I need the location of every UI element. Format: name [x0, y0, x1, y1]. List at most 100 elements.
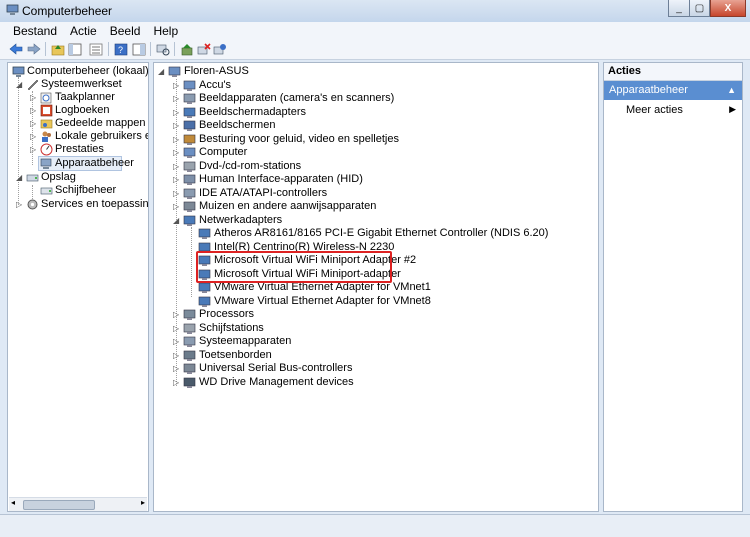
uninstall-device-button[interactable] [196, 41, 212, 57]
expand-arrow-icon[interactable]: ▷ [173, 149, 180, 157]
tree-item-prestaties[interactable]: ▷ Prestaties [8, 143, 148, 156]
submenu-arrow-icon[interactable]: ▶ [729, 104, 736, 115]
computer-management-icon [6, 4, 19, 15]
expand-arrow-icon[interactable]: ▷ [173, 365, 180, 373]
maximize-button[interactable]: ▢ [689, 0, 710, 17]
network-adapter-row[interactable]: Atheros AR8161/8165 PCI-E Gigabit Ethern… [154, 227, 594, 240]
expand-arrow-icon[interactable]: ▷ [173, 176, 180, 184]
device-category-row[interactable]: ▷ Dvd-/cd-rom-stations [154, 160, 594, 173]
device-category-row[interactable]: ▷ Beeldschermadapters [154, 106, 594, 119]
expand-arrow-icon[interactable]: ▷ [173, 122, 180, 130]
device-category-row[interactable]: ▷ Schijfstations [154, 322, 594, 335]
device-category-row[interactable]: ▷ Human Interface-apparaten (HID) [154, 173, 594, 186]
device-category-row[interactable]: ▷ Accu's [154, 79, 594, 92]
scroll-right-icon[interactable]: ▸ [141, 498, 145, 507]
expand-arrow-icon[interactable]: ▷ [30, 94, 37, 102]
device-category-row[interactable]: ▷ Besturing voor geluid, video en spellet… [154, 133, 594, 146]
back-button[interactable] [8, 41, 24, 57]
close-button[interactable]: X [710, 0, 746, 17]
device-category-row[interactable]: ▷ Computer [154, 146, 594, 159]
enable-device-button[interactable] [212, 41, 228, 57]
device-category-icon [183, 377, 196, 388]
collapse-arrow-icon[interactable]: ◢ [158, 68, 165, 76]
menu-bestand[interactable]: Bestand [7, 24, 64, 38]
list-icon [89, 43, 103, 55]
tree-item-gedeelde-mappen[interactable]: ▷ Gedeelde mappen [8, 117, 148, 130]
tree-item-apparaatbeheer[interactable]: Apparaatbeheer [38, 156, 134, 171]
expand-arrow-icon[interactable]: ▷ [173, 95, 180, 103]
title-bar: Computerbeheer _ ▢ X [0, 0, 750, 23]
device-category-row[interactable]: ▷ Beeldapparaten (camera's en scanners) [154, 92, 594, 105]
device-category-row[interactable]: ◢ Netwerkadapters [154, 214, 594, 227]
collapse-up-icon[interactable]: ▲ [727, 81, 736, 100]
expand-arrow-icon[interactable]: ▷ [173, 311, 180, 319]
collapse-arrow-icon[interactable]: ◢ [16, 81, 23, 89]
tree-item-services[interactable]: ▷ Services en toepassingen [8, 198, 148, 211]
collapse-arrow-icon[interactable]: ◢ [173, 217, 180, 225]
performance-icon [40, 143, 53, 156]
device-tree-pane[interactable]: ◢ Floren-ASUS ▷ Accu's ▷ Beeldapparaten (came… [153, 62, 599, 512]
menu-help[interactable]: Help [147, 24, 185, 38]
show-hide-tree-button[interactable] [67, 41, 83, 57]
device-category-icon [183, 188, 196, 199]
expand-arrow-icon[interactable]: ▷ [173, 379, 180, 387]
expand-arrow-icon[interactable]: ▷ [16, 201, 23, 209]
expand-arrow-icon[interactable]: ▷ [173, 352, 180, 360]
device-category-row[interactable]: ▷ Beeldschermen [154, 119, 594, 132]
device-category-row[interactable]: ▷ Toetsenborden [154, 349, 594, 362]
expand-arrow-icon[interactable]: ▷ [30, 146, 37, 154]
menu-beeld[interactable]: Beeld [104, 24, 148, 38]
expand-arrow-icon[interactable]: ▷ [173, 136, 180, 144]
expand-arrow-icon[interactable]: ▷ [173, 203, 180, 211]
actions-section-apparaatbeheer[interactable]: Apparaatbeheer ▲ [604, 81, 742, 100]
device-category-icon [183, 323, 196, 334]
device-category-row[interactable]: ▷ Universal Serial Bus-controllers [154, 362, 594, 375]
tree-item-schijfbeheer[interactable]: Schijfbeheer [8, 184, 148, 197]
tree-item-logboeken[interactable]: ▷ Logboeken [8, 104, 148, 117]
expand-arrow-icon[interactable]: ▷ [173, 163, 180, 171]
forward-button[interactable] [26, 41, 42, 57]
expand-arrow-icon[interactable]: ▷ [173, 109, 180, 117]
show-action-pane-button[interactable] [131, 41, 147, 57]
device-category-icon [183, 215, 196, 226]
device-category-icon [183, 120, 196, 131]
collapse-arrow-icon[interactable]: ◢ [16, 174, 23, 182]
device-category-row[interactable]: ▷ IDE ATA/ATAPI-controllers [154, 187, 594, 200]
device-root[interactable]: ◢ Floren-ASUS [154, 65, 594, 78]
scan-hardware-icon [156, 44, 170, 55]
device-category-row[interactable]: ▷ Muizen en andere aanwijsapparaten [154, 200, 594, 213]
computer-icon [168, 66, 181, 77]
up-folder-button[interactable] [50, 41, 66, 57]
expand-arrow-icon[interactable]: ▷ [173, 190, 180, 198]
computer-management-icon [12, 66, 25, 77]
expand-arrow-icon[interactable]: ▷ [173, 82, 180, 90]
scroll-left-icon[interactable]: ◂ [11, 498, 15, 507]
device-category-icon [183, 350, 196, 361]
scrollbar-thumb[interactable] [23, 500, 95, 510]
tree-item-opslag[interactable]: ◢ Opslag [8, 171, 148, 184]
tree-item-computerbeheer[interactable]: Computerbeheer (lokaal) [8, 65, 148, 78]
console-tree-pane[interactable]: Computerbeheer (lokaal) ◢ Systeemwerkset… [7, 62, 149, 512]
device-category-icon [183, 336, 196, 347]
help-button[interactable]: ? [113, 41, 129, 57]
expand-arrow-icon[interactable]: ▷ [30, 120, 37, 128]
minimize-button[interactable]: _ [668, 0, 690, 17]
expand-arrow-icon[interactable]: ▷ [173, 325, 180, 333]
properties-view-button[interactable] [88, 41, 104, 57]
update-driver-button[interactable] [179, 41, 195, 57]
expand-arrow-icon[interactable]: ▷ [173, 338, 180, 346]
tree-item-lokale-gebruikers[interactable]: ▷ Lokale gebruikers en gr [8, 130, 148, 143]
device-category-row[interactable]: ▷ WD Drive Management devices [154, 376, 594, 389]
tree-item-systeemwerkset[interactable]: ◢ Systeemwerkset [8, 78, 148, 91]
horizontal-scrollbar[interactable]: ◂ ▸ [9, 497, 147, 511]
expand-arrow-icon[interactable]: ▷ [30, 133, 37, 141]
network-adapter-row[interactable]: VMware Virtual Ethernet Adapter for VMne… [154, 295, 594, 308]
device-category-row[interactable]: ▷ Processors [154, 308, 594, 321]
more-actions-link[interactable]: Meer acties [626, 104, 683, 116]
enable-device-icon [213, 43, 226, 54]
menu-actie[interactable]: Actie [64, 24, 104, 38]
expand-arrow-icon[interactable]: ▷ [30, 107, 37, 115]
device-category-row[interactable]: ▷ Systeemapparaten [154, 335, 594, 348]
scan-hardware-button[interactable] [155, 41, 171, 57]
tree-item-taakplanner[interactable]: ▷ Taakplanner [8, 91, 148, 104]
